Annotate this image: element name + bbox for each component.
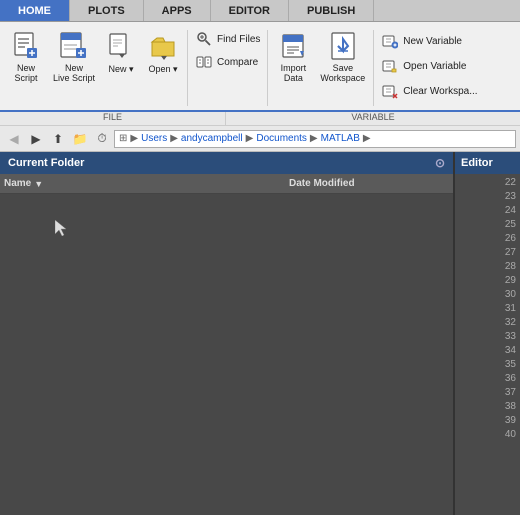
tab-editor[interactable]: EDITOR (211, 0, 289, 21)
import-data-button[interactable]: ImportData (271, 26, 315, 88)
open-variable-button[interactable]: Open Variable (377, 55, 481, 77)
open-variable-icon (381, 57, 399, 75)
line-number: 26 (459, 232, 516, 246)
browse-button[interactable]: 📁 (70, 129, 90, 149)
save-workspace-icon (327, 30, 359, 62)
divider-3 (373, 30, 374, 106)
new-script-label: NewScript (14, 64, 37, 84)
folder-content (0, 194, 453, 515)
folder-panel-expand[interactable]: ⊙ (435, 156, 445, 170)
new-variable-icon (381, 32, 399, 50)
new-button[interactable]: New ▾ (100, 26, 142, 79)
open-button[interactable]: Open ▾ (142, 26, 184, 79)
line-number: 38 (459, 400, 516, 414)
line-number: 37 (459, 386, 516, 400)
folder-columns: Name ▼ Date Modified (0, 174, 453, 194)
line-number: 30 (459, 288, 516, 302)
line-number: 27 (459, 246, 516, 260)
clear-workspace-icon (381, 82, 399, 100)
address-matlab[interactable]: MATLAB (321, 133, 360, 144)
tab-bar: HOME PLOTS APPS EDITOR PUBLISH (0, 0, 520, 22)
find-files-button[interactable]: Find Files (191, 28, 264, 50)
main-area: Current Folder ⊙ Name ▼ Date Modified Ed… (0, 152, 520, 515)
compare-label: Compare (217, 57, 258, 68)
history-button[interactable]: ⏱ (92, 129, 112, 149)
divider-2 (267, 30, 268, 106)
tab-home[interactable]: HOME (0, 0, 70, 21)
new-icon (105, 30, 137, 62)
variable-col: New Variable Open Variable (377, 26, 481, 102)
line-number: 24 (459, 204, 516, 218)
line-number: 32 (459, 316, 516, 330)
file-tools-col: Find Files Compare (191, 26, 264, 73)
new-variable-label: New Variable (403, 36, 462, 47)
new-label: New ▾ (109, 64, 134, 75)
back-button[interactable]: ◀ (4, 129, 24, 149)
address-user[interactable]: andycampbell (181, 133, 243, 144)
address-bar[interactable]: ⊞ ▶ Users ▶ andycampbell ▶ Documents ▶ M… (114, 130, 516, 148)
line-number: 31 (459, 302, 516, 316)
new-live-script-icon (58, 30, 90, 62)
import-data-label: ImportData (281, 64, 307, 84)
cursor (55, 220, 61, 230)
import-data-icon (277, 30, 309, 62)
ribbon: NewScript NewLive Script (0, 22, 520, 112)
line-numbers: 22232425262728293031323334353637383940 (455, 174, 520, 444)
address-users[interactable]: Users (141, 133, 167, 144)
editor-panel: Editor 222324252627282930313233343536373… (455, 152, 520, 515)
line-number: 36 (459, 372, 516, 386)
find-files-label: Find Files (217, 34, 260, 45)
new-script-button[interactable]: NewScript (4, 26, 48, 88)
clear-workspace-button[interactable]: Clear Workspa... (377, 80, 481, 102)
tab-plots[interactable]: PLOTS (70, 0, 144, 21)
line-number: 33 (459, 330, 516, 344)
compare-button[interactable]: Compare (191, 51, 264, 73)
line-number: 39 (459, 414, 516, 428)
variable-group-label: VARIABLE (226, 112, 520, 125)
open-variable-label: Open Variable (403, 61, 466, 72)
line-number: 23 (459, 190, 516, 204)
new-variable-button[interactable]: New Variable (377, 30, 481, 52)
line-number: 29 (459, 274, 516, 288)
new-live-script-button[interactable]: NewLive Script (48, 26, 100, 88)
new-script-icon (10, 30, 42, 62)
toolbar: ◀ ▶ ⬆ 📁 ⏱ ⊞ ▶ Users ▶ andycampbell ▶ Doc… (0, 126, 520, 152)
editor-header: Editor (455, 152, 520, 174)
editor-title: Editor (461, 157, 493, 169)
save-workspace-button[interactable]: SaveWorkspace (315, 26, 370, 88)
divider-1 (187, 30, 188, 106)
open-label: Open ▾ (149, 64, 178, 75)
address-root: ⊞ (119, 133, 127, 144)
address-documents[interactable]: Documents (256, 133, 307, 144)
folder-panel-title: Current Folder (8, 157, 84, 169)
folder-panel: Current Folder ⊙ Name ▼ Date Modified (0, 152, 455, 515)
tab-apps[interactable]: APPS (144, 0, 211, 21)
line-number: 22 (459, 176, 516, 190)
date-column-header[interactable]: Date Modified (289, 178, 449, 189)
line-number: 25 (459, 218, 516, 232)
find-files-icon (195, 30, 213, 48)
line-number: 34 (459, 344, 516, 358)
line-number: 35 (459, 358, 516, 372)
folder-panel-header: Current Folder ⊙ (0, 152, 453, 174)
up-button[interactable]: ⬆ (48, 129, 68, 149)
line-number: 28 (459, 260, 516, 274)
new-live-script-label: NewLive Script (53, 64, 95, 84)
name-column-header[interactable]: Name ▼ (4, 178, 289, 189)
line-number: 40 (459, 428, 516, 442)
open-icon (147, 30, 179, 62)
save-workspace-label: SaveWorkspace (320, 64, 365, 84)
clear-workspace-label: Clear Workspa... (403, 86, 477, 97)
tab-publish[interactable]: PUBLISH (289, 0, 374, 21)
compare-icon (195, 53, 213, 71)
forward-button[interactable]: ▶ (26, 129, 46, 149)
file-group-label: FILE (0, 112, 226, 125)
